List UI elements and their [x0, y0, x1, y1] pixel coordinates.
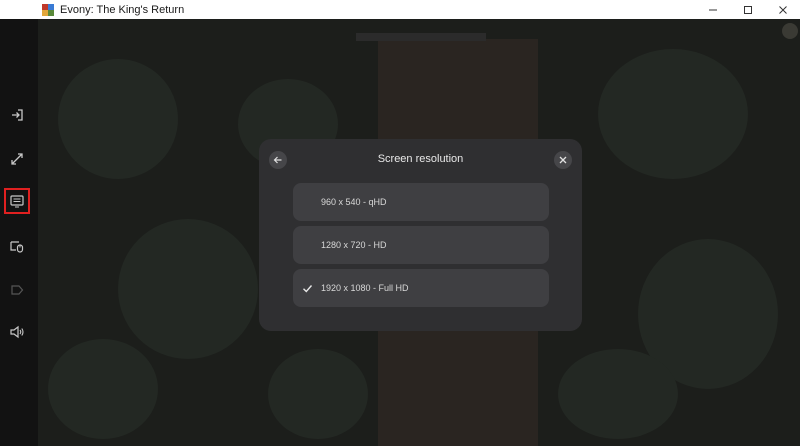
close-window-icon — [778, 5, 787, 14]
sign-in-button[interactable] — [4, 102, 30, 128]
mouse-lock-button[interactable] — [4, 233, 30, 259]
title-bar: Evony: The King's Return — [0, 0, 800, 19]
screen-resolution-button[interactable] — [4, 188, 30, 214]
tag-icon — [11, 285, 24, 295]
app-window: Evony: The King's Return Screen resoluti… — [0, 0, 800, 446]
volume-icon — [10, 325, 24, 339]
maximize-button[interactable] — [730, 0, 765, 19]
resolution-option-hd[interactable]: 1280 x 720 - HD — [293, 226, 549, 264]
option-check-slot — [293, 283, 321, 294]
option-label: 960 x 540 - qHD — [321, 197, 387, 207]
mouse-lock-icon — [10, 241, 24, 253]
volume-button[interactable] — [4, 319, 30, 345]
game-top-banner — [356, 33, 486, 41]
tag-button[interactable] — [4, 277, 30, 303]
close-window-button[interactable] — [765, 0, 800, 19]
close-button[interactable] — [554, 151, 572, 169]
checkmark-icon — [302, 284, 312, 293]
fullscreen-button[interactable] — [4, 146, 30, 172]
option-label: 1920 x 1080 - Full HD — [321, 283, 409, 293]
dialog-title: Screen resolution — [377, 153, 464, 165]
option-label: 1280 x 720 - HD — [321, 240, 387, 250]
close-icon — [559, 156, 567, 164]
window-controls — [695, 0, 800, 19]
expand-icon — [11, 153, 23, 165]
game-corner-badge — [782, 23, 798, 39]
screen-resolution-icon — [10, 195, 24, 208]
resolution-option-full-hd[interactable]: 1920 x 1080 - Full HD — [293, 269, 549, 307]
app-logo-icon — [42, 3, 54, 16]
minimize-icon — [708, 9, 717, 10]
window-title: Evony: The King's Return — [60, 3, 185, 16]
maximize-icon — [743, 5, 752, 14]
resolution-option-qhd[interactable]: 960 x 540 - qHD — [293, 183, 549, 221]
sidebar — [0, 19, 38, 446]
sign-in-icon — [12, 109, 23, 121]
screen-resolution-dialog: Screen resolution 960 x 540 - qHD 1280 x… — [259, 139, 582, 331]
minimize-button[interactable] — [695, 0, 730, 19]
